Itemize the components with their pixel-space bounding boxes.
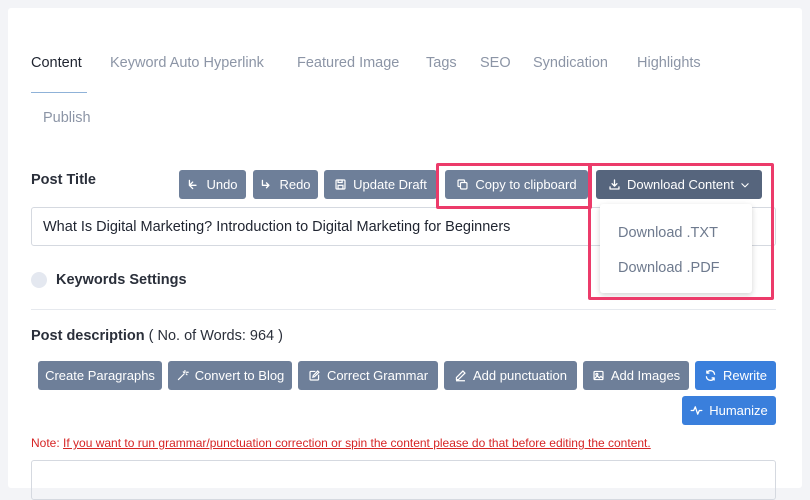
create-paragraphs-button[interactable]: Create Paragraphs — [38, 361, 162, 390]
save-icon — [335, 179, 346, 190]
update-draft-label: Update Draft — [353, 177, 427, 192]
post-description-title: Post description — [31, 328, 145, 344]
correct-grammar-button[interactable]: Correct Grammar — [298, 361, 438, 390]
undo-button[interactable]: Undo — [179, 170, 246, 199]
update-draft-button[interactable]: Update Draft — [324, 170, 437, 199]
add-images-label: Add Images — [610, 368, 681, 383]
section-divider — [31, 309, 776, 310]
post-title-value: What Is Digital Marketing? Introduction … — [43, 218, 511, 235]
post-description-editor[interactable] — [31, 460, 776, 500]
redo-icon — [262, 179, 271, 189]
add-punctuation-label: Add punctuation — [473, 368, 567, 383]
humanize-label: Humanize — [709, 403, 768, 418]
keywords-settings-toggle[interactable] — [31, 272, 47, 288]
rewrite-button[interactable]: Rewrite — [695, 361, 776, 390]
tab-highlights[interactable]: Highlights — [637, 53, 701, 73]
download-txt-option[interactable]: Download .TXT — [618, 225, 718, 241]
grammar-note: Note: If you want to run grammar/punctua… — [31, 436, 651, 450]
tab-featured-image[interactable]: Featured Image — [297, 53, 399, 73]
rewrite-label: Rewrite — [722, 368, 768, 383]
download-content-button[interactable]: Download Content — [596, 170, 762, 199]
tab-keyword-auto-hyperlink[interactable]: Keyword Auto Hyperlink — [110, 53, 264, 73]
add-images-button[interactable]: Add Images — [583, 361, 689, 390]
copy-label: Copy to clipboard — [475, 177, 577, 192]
correct-grammar-label: Correct Grammar — [326, 368, 429, 383]
copy-to-clipboard-button[interactable]: Copy to clipboard — [445, 170, 588, 199]
editor-card: Content Keyword Auto Hyperlink Featured … — [8, 8, 802, 500]
post-title-label: Post Title — [31, 172, 96, 188]
convert-to-blog-label: Convert to Blog — [194, 368, 285, 383]
note-prefix: Note: — [31, 436, 64, 450]
tab-publish[interactable]: Publish — [43, 108, 91, 128]
active-tab-indicator — [31, 92, 87, 93]
copy-icon — [457, 179, 468, 190]
download-content-label: Download Content — [627, 177, 734, 192]
download-dropdown-menu: Download .TXT Download .PDF — [600, 204, 752, 293]
download-icon — [609, 179, 620, 190]
undo-label: Undo — [206, 177, 238, 192]
word-count: ( No. of Words: 964 ) — [148, 328, 283, 344]
post-description-label: Post description ( No. of Words: 964 ) — [31, 328, 283, 344]
undo-icon — [189, 179, 198, 190]
activity-icon — [690, 406, 703, 415]
refresh-icon — [705, 370, 716, 381]
convert-to-blog-button[interactable]: Convert to Blog — [168, 361, 292, 390]
tab-tags[interactable]: Tags — [426, 53, 457, 73]
keywords-settings-label: Keywords Settings — [56, 272, 187, 288]
pencil-icon — [455, 370, 466, 382]
redo-label: Redo — [279, 177, 311, 192]
edit-icon — [309, 370, 320, 381]
add-punctuation-button[interactable]: Add punctuation — [444, 361, 577, 390]
tab-syndication[interactable]: Syndication — [533, 53, 608, 73]
chevron-down-icon — [741, 182, 749, 187]
image-icon — [593, 370, 604, 381]
humanize-button[interactable]: Humanize — [682, 396, 776, 425]
note-text: If you want to run grammar/punctuation c… — [63, 436, 651, 450]
download-pdf-option[interactable]: Download .PDF — [618, 260, 720, 276]
create-paragraphs-label: Create Paragraphs — [45, 368, 155, 383]
magic-wand-icon — [177, 370, 189, 381]
tab-content[interactable]: Content — [31, 53, 82, 73]
redo-button[interactable]: Redo — [253, 170, 318, 199]
tab-seo[interactable]: SEO — [480, 53, 511, 73]
